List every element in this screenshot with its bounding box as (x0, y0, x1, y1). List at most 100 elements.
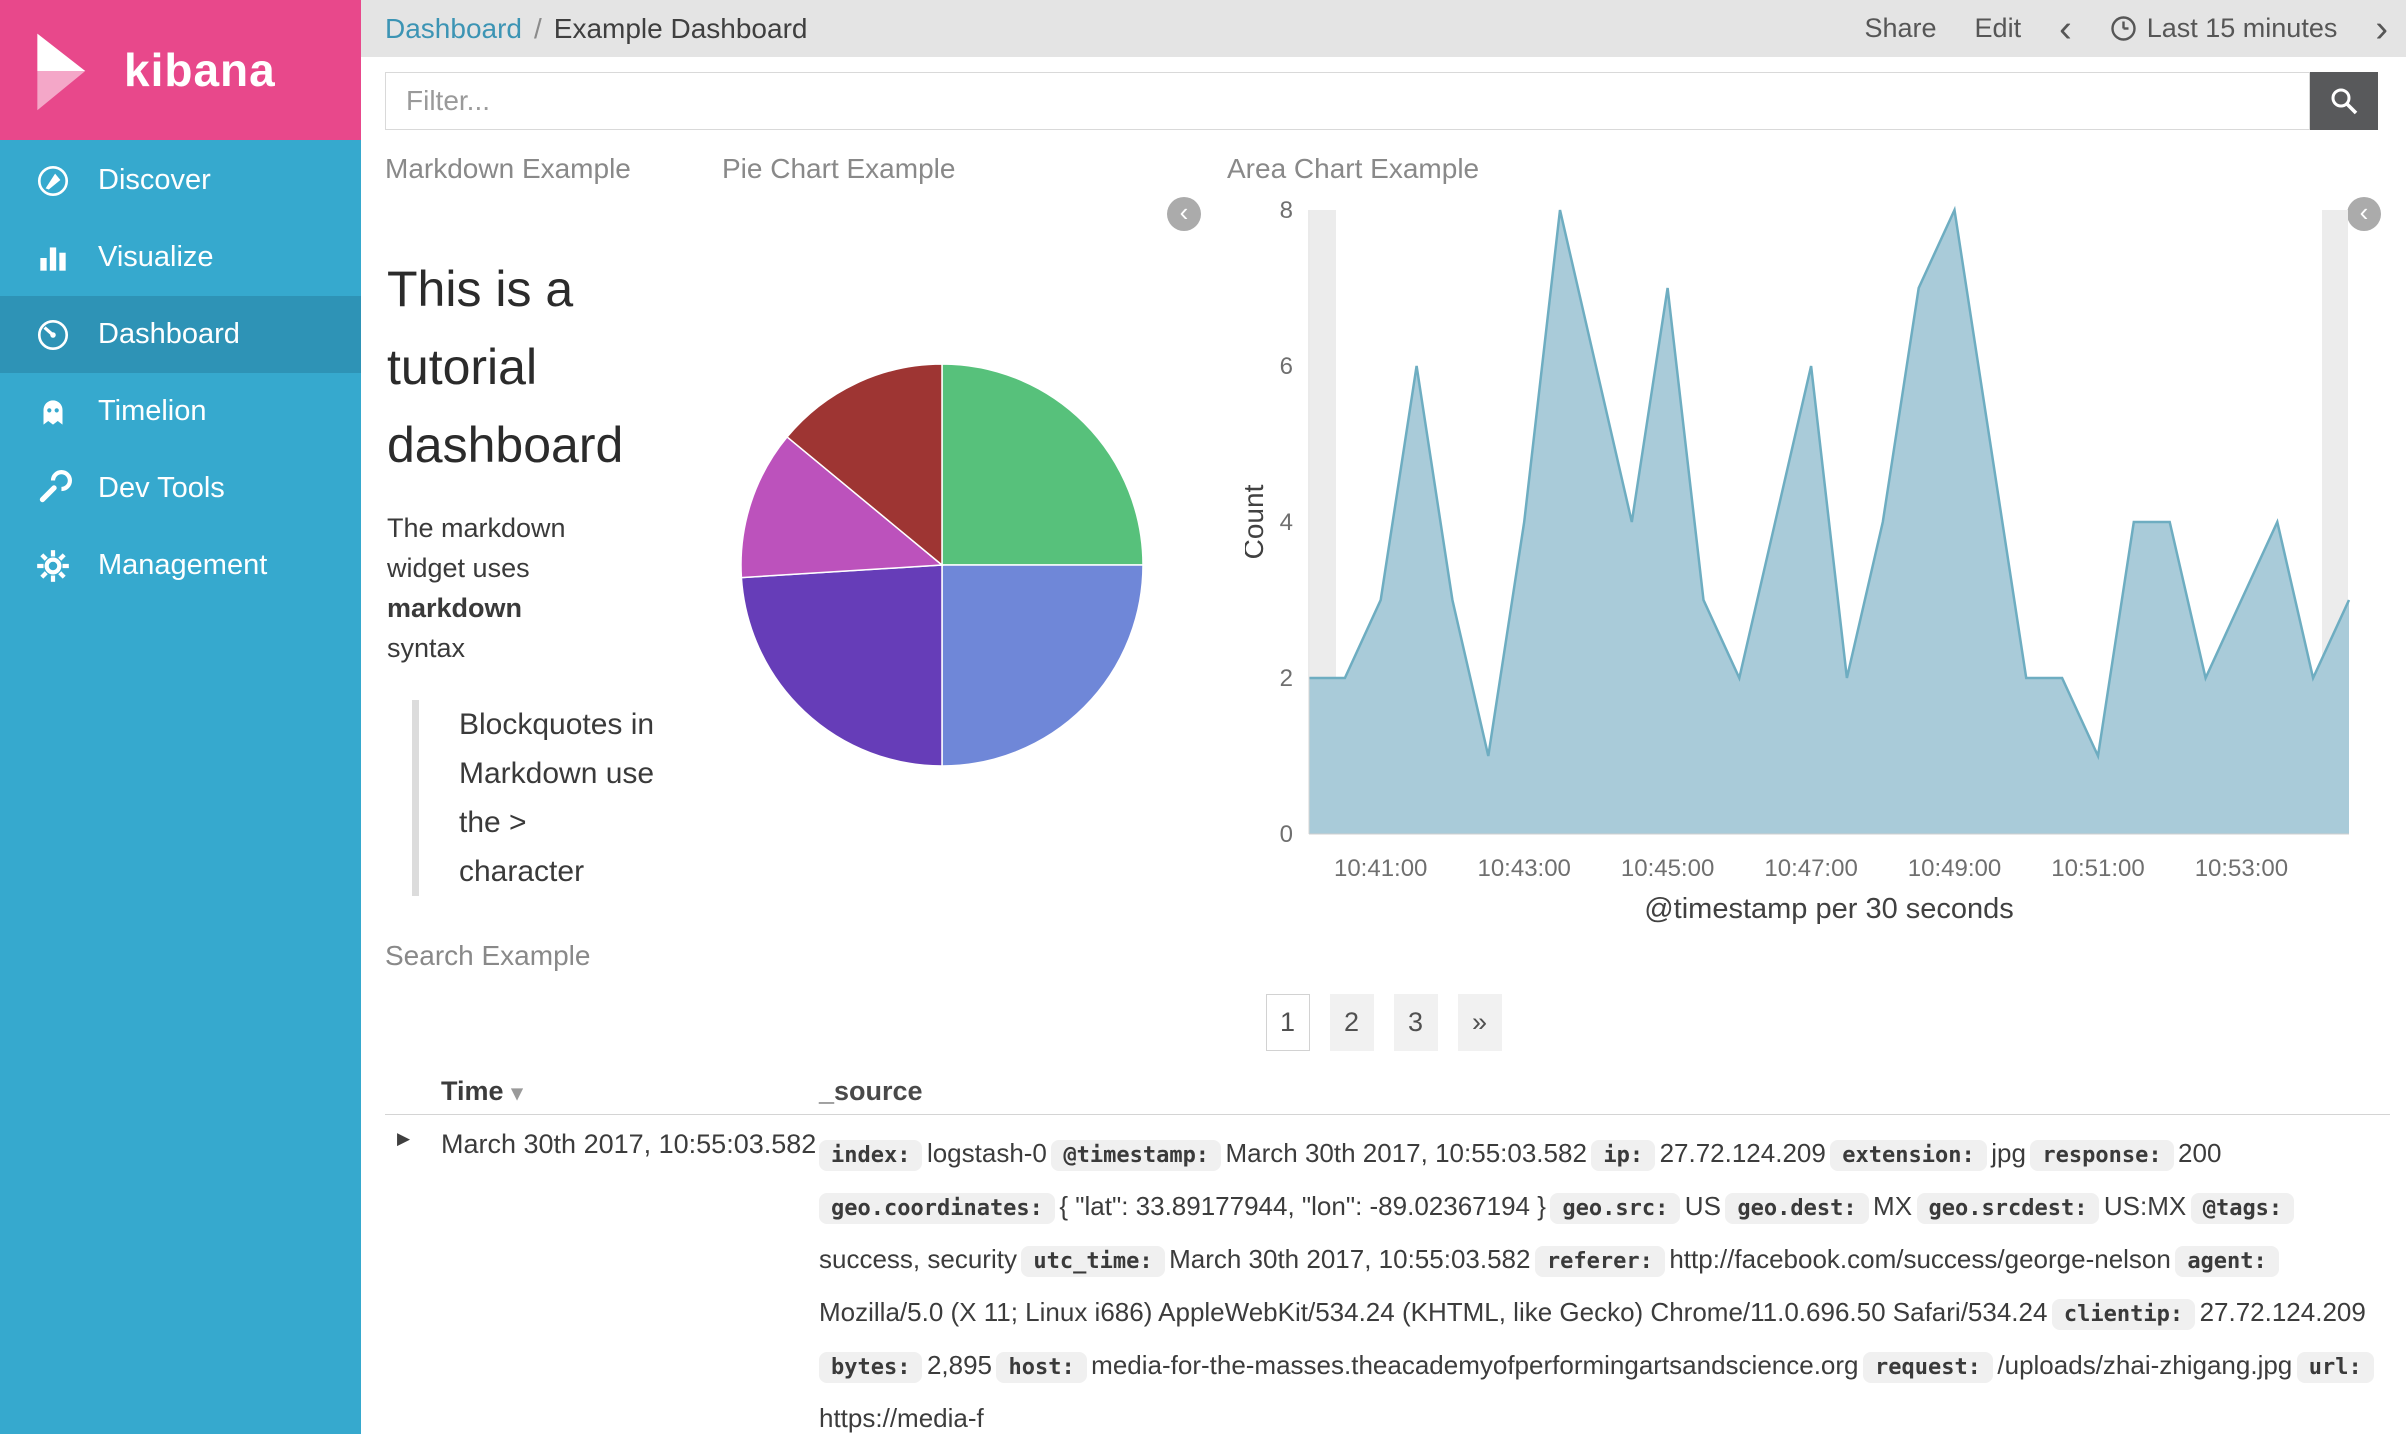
sidebar: kibana Discover Visualize Dashboard Time… (0, 0, 361, 1434)
x-tick-label: 10:53:00 (2195, 855, 2288, 882)
source-column-header: _source (819, 1076, 923, 1106)
clock-icon (2111, 16, 2136, 41)
sidebar-item-label: Dev Tools (98, 472, 225, 504)
field-value: March 30th 2017, 10:55:03.582 (1169, 1244, 1531, 1274)
page-button-2[interactable]: 2 (1329, 994, 1374, 1051)
field-key: referer: (1534, 1246, 1665, 1277)
main-area: Dashboard / Example Dashboard Share Edit… (361, 0, 2406, 1434)
time-back-button[interactable]: ‹ (2059, 10, 2072, 48)
breadcrumb-current: Example Dashboard (553, 12, 808, 44)
field-value: media-for-the-masses.theacademyofperform… (1091, 1350, 1859, 1380)
kibana-logo[interactable]: kibana (0, 0, 361, 140)
sidebar-item-dashboard[interactable]: Dashboard (0, 296, 361, 373)
page-button-1[interactable]: 1 (1265, 994, 1310, 1051)
pie-slice-purple[interactable] (740, 564, 943, 767)
topbar-actions: Share Edit ‹ Last 15 minutes › (1864, 10, 2388, 48)
field-value: http://facebook.com/success/george-nelso… (1669, 1244, 2171, 1274)
sidebar-item-visualize[interactable]: Visualize (0, 219, 361, 296)
pie-slice-green[interactable] (941, 363, 1144, 566)
kibana-app: kibana Discover Visualize Dashboard Time… (0, 0, 2406, 1434)
field-key: url: (2296, 1352, 2374, 1383)
field-key: clientip: (2051, 1299, 2196, 1330)
page-next-button[interactable]: » (1457, 994, 1502, 1051)
timelion-icon (43, 399, 63, 425)
time-forward-button[interactable]: › (2375, 10, 2388, 48)
share-button[interactable]: Share (1864, 13, 1936, 44)
visualize-icon (40, 246, 66, 271)
field-value: 27.72.124.209 (1659, 1138, 1826, 1168)
field-value: 200 (2178, 1138, 2222, 1168)
area-panel-title: Area Chart Example (1227, 153, 1480, 184)
pie-panel-title: Pie Chart Example (722, 153, 956, 184)
field-key: @tags: (2190, 1193, 2295, 1224)
pagination: 1 2 3 » (361, 994, 2406, 1051)
field-value: Mozilla/5.0 (X 11; Linux i686) AppleWebK… (819, 1297, 2048, 1327)
y-tick-label: 0 (1280, 821, 1293, 848)
field-key: index: (819, 1140, 923, 1171)
discover-icon (37, 165, 69, 196)
field-value: 2,895 (926, 1350, 993, 1380)
sidebar-item-label: Visualize (98, 241, 214, 273)
pie-panel-collapse-button[interactable]: ‹ (1167, 197, 1201, 231)
field-value: logstash-0 (926, 1138, 1047, 1168)
dashboard-content: Markdown Example Pie Chart Example Area … (361, 145, 2406, 1434)
field-value: US (1684, 1191, 1721, 1221)
results-table-header: Time ▾ _source (385, 1065, 2390, 1115)
topbar: Dashboard / Example Dashboard Share Edit… (361, 0, 2406, 57)
y-tick-label: 8 (1280, 197, 1293, 224)
sidebar-item-devtools[interactable]: Dev Tools (0, 450, 361, 527)
search-button[interactable] (2310, 72, 2378, 130)
field-key: geo.dest: (1725, 1193, 1869, 1224)
sidebar-nav: Discover Visualize Dashboard Timelion De… (0, 140, 361, 604)
field-key: ip: (1591, 1140, 1656, 1171)
sidebar-item-discover[interactable]: Discover (0, 142, 361, 219)
x-tick-label: 10:51:00 (2051, 855, 2144, 882)
time-column-header[interactable]: Time ▾ (441, 1062, 819, 1117)
filter-bar (361, 57, 2406, 145)
time-range-label: Last 15 minutes (2146, 13, 2338, 43)
sidebar-item-timelion[interactable]: Timelion (0, 373, 361, 450)
field-value: jpg (1991, 1138, 2026, 1168)
field-key: geo.srcdest: (1916, 1193, 2100, 1224)
caret-cell: ▶ (385, 1115, 441, 1434)
field-value: { "lat": 33.89177944, "lon": -89.0236719… (1059, 1191, 1546, 1221)
sidebar-item-label: Management (98, 549, 268, 581)
filter-input[interactable] (385, 72, 2310, 130)
dashboard-icon (37, 319, 69, 350)
sidebar-item-label: Dashboard (98, 318, 240, 350)
field-value: success, security (819, 1244, 1017, 1274)
time-picker-button[interactable]: Last 15 minutes (2110, 13, 2338, 44)
search-icon (2331, 88, 2358, 115)
breadcrumb-dashboard-link[interactable]: Dashboard (385, 13, 522, 45)
devtools-icon (39, 469, 72, 502)
page-button-3[interactable]: 3 (1393, 994, 1438, 1051)
x-axis-title: @timestamp per 30 seconds (1644, 893, 2014, 925)
markdown-heading: This is a tutorial dashboard (387, 261, 624, 473)
field-key: response: (2030, 1140, 2174, 1171)
markdown-paragraph-text: syntax (387, 633, 466, 663)
time-column-label: Time (441, 1076, 504, 1106)
sidebar-item-management[interactable]: Management (0, 527, 361, 604)
sidebar-item-label: Timelion (98, 395, 207, 427)
pie-slice-blue[interactable] (941, 564, 1144, 767)
row-source: index: logstash-0 @timestamp: March 30th… (819, 1115, 2390, 1434)
y-tick-label: 4 (1280, 509, 1293, 536)
field-key: geo.coordinates: (819, 1193, 1055, 1224)
chevron-left-icon: ‹ (1179, 197, 1189, 227)
field-key: request: (1862, 1352, 1993, 1383)
table-row: ▶ March 30th 2017, 10:55:03.582 index: log… (385, 1115, 2390, 1434)
expand-row-caret[interactable]: ▶ (397, 1129, 410, 1148)
results-table: Time ▾ _source ▶ March 30th 2017, 10:55:03… (385, 1065, 2390, 1434)
field-value: US:MX (2103, 1191, 2187, 1221)
field-value: MX (1873, 1191, 1913, 1221)
field-key: @timestamp: (1051, 1140, 1222, 1171)
field-key: bytes: (819, 1352, 923, 1383)
sort-caret-icon: ▾ (511, 1080, 523, 1105)
x-tick-label: 10:47:00 (1764, 855, 1857, 882)
caret-column-header (385, 1078, 441, 1102)
markdown-panel-title: Markdown Example (385, 153, 631, 184)
x-tick-label: 10:45:00 (1621, 855, 1714, 882)
edit-button[interactable]: Edit (1975, 13, 2022, 44)
markdown-paragraph-bold: markdown (387, 593, 523, 623)
field-value: March 30th 2017, 10:55:03.582 (1225, 1138, 1587, 1168)
